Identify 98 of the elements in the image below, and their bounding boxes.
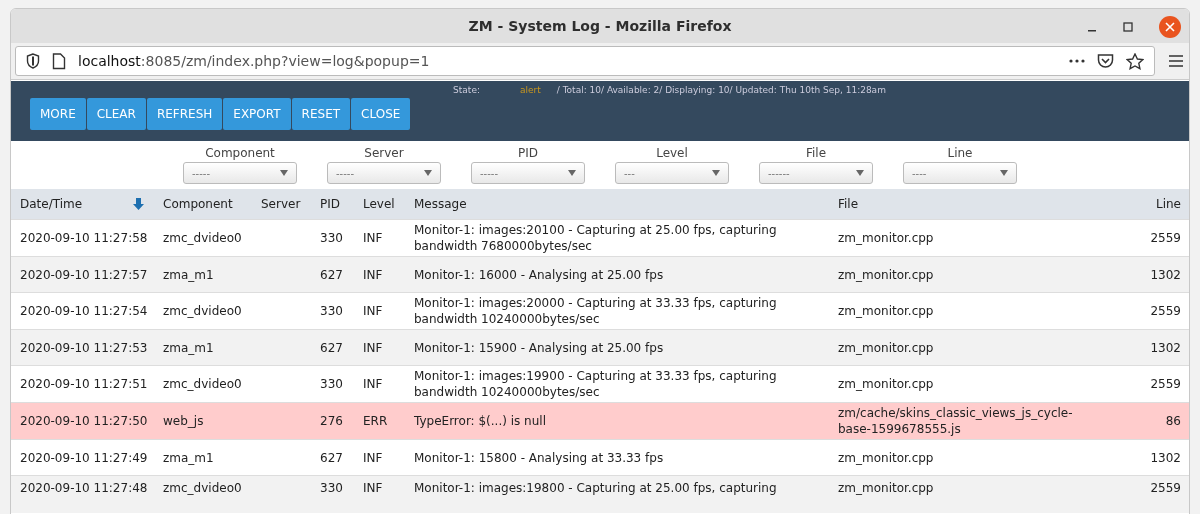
caret-icon: [712, 170, 720, 176]
pid-cell: 330: [320, 377, 343, 391]
filter-dropdown[interactable]: -----: [327, 162, 441, 184]
file-cell: zm_monitor.cpp: [838, 231, 934, 245]
caret-icon: [568, 170, 576, 176]
file-cell: zm_monitor.cpp: [838, 481, 934, 495]
filter-label: File: [805, 146, 827, 160]
component-cell: zmc_dvideo0: [163, 231, 242, 245]
column-header[interactable]: File: [838, 197, 859, 211]
component-cell: zmc_dvideo0: [163, 304, 242, 318]
date-cell: 2020-09-10 11:27:49: [20, 450, 148, 465]
message-cell: Monitor-1: images:19800 - Capturing at 25.00 fps, capturing: [414, 481, 777, 495]
address-bar[interactable]: localhost:8085/zm/index.php?view=log&popup=1: [15, 46, 1155, 76]
filter-label: Level: [656, 146, 688, 160]
filter-label: PID: [518, 146, 538, 160]
message-cell: Monitor-1: images:19900 - Capturing at 33.33 fps, capturing bandwidth 10240000bytes/sec: [414, 369, 777, 399]
file-cell: zm_monitor.cpp: [838, 340, 934, 355]
filter-dropdown[interactable]: ----: [903, 162, 1017, 184]
message-cell: TypeError: $(...) is null: [414, 414, 546, 428]
filter-label: Line: [947, 146, 973, 160]
component-cell: zma_m1: [163, 450, 214, 465]
line-cell: 1302: [1150, 340, 1181, 355]
date-cell: 2020-09-10 11:27:57: [20, 267, 148, 282]
filter-dropdown[interactable]: ---: [615, 162, 729, 184]
page-icon: [52, 52, 66, 70]
line-cell: 2559: [1150, 481, 1181, 495]
star-icon[interactable]: [1126, 52, 1144, 70]
level-cell: ERR: [363, 414, 388, 428]
maximize-icon[interactable]: [1123, 22, 1133, 32]
shield-icon: [26, 53, 40, 69]
file-cell: zm_monitor.cpp: [838, 450, 934, 465]
caret-icon: [280, 170, 288, 176]
date-cell: 2020-09-10 11:27:51: [20, 377, 148, 391]
level-cell: INF: [363, 450, 383, 465]
level-cell: INF: [363, 231, 383, 245]
file-cell: zm_monitor.cpp: [838, 377, 934, 391]
level-cell: INF: [363, 267, 383, 282]
filter-label: Server: [364, 146, 404, 160]
message-cell: Monitor-1: 15800 - Analysing at 33.33 fps: [414, 450, 664, 465]
log-summary: / Total: 10/ Available: 2/ Displaying: 10/ Updated: Thu 10th Sep, 11:28am: [556, 85, 886, 95]
date-cell: 2020-09-10 11:27:58: [20, 231, 148, 245]
file-cell: zm_monitor.cpp: [838, 267, 934, 282]
component-cell: zmc_dvideo0: [163, 377, 242, 391]
component-cell: web_js: [163, 414, 204, 428]
state-value: alert: [519, 85, 541, 95]
file-cell: zm_monitor.cpp: [838, 304, 934, 318]
level-cell: INF: [363, 481, 383, 495]
filter-dropdown[interactable]: -----: [183, 162, 297, 184]
date-cell: 2020-09-10 11:27:54: [20, 304, 148, 318]
log-row[interactable]: 2020-09-10 11:27:51 zmc_dvideo0 330 INF Monitor-1: images:19900 - Capturing at 33.33 fps, capturing bandwidth 10240000bytes/sec zm_monitor.cpp 2559: [11, 365, 1189, 403]
pid-cell: 276: [320, 414, 343, 428]
close-icon[interactable]: [1159, 16, 1181, 38]
pid-cell: 330: [320, 304, 343, 318]
date-cell: 2020-09-10 11:27:53: [20, 340, 148, 355]
pid-cell: 330: [320, 481, 343, 495]
log-row[interactable]: 2020-09-10 11:27:58 zmc_dvideo0 330 INF Monitor-1: images:20100 - Capturing at 25.00 fps, capturing bandwidth 7680000bytes/sec zm_monitor.cpp 2559: [11, 219, 1189, 257]
pid-cell: 627: [320, 267, 343, 282]
line-cell: 2559: [1150, 231, 1181, 245]
component-cell: zmc_dvideo0: [163, 481, 242, 495]
filter-label: Component: [205, 146, 275, 160]
line-cell: 86: [1165, 414, 1181, 428]
pocket-icon[interactable]: [1097, 53, 1114, 69]
line-cell: 2559: [1150, 377, 1181, 391]
menu-icon[interactable]: [1169, 55, 1183, 67]
column-header[interactable]: Message: [414, 197, 467, 211]
component-cell: zma_m1: [163, 267, 214, 282]
column-header[interactable]: Date/Time: [20, 197, 83, 211]
log-row[interactable]: 2020-09-10 11:27:48 zmc_dvideo0 330 INF Monitor-1: images:19800 - Capturing at 25.00 fps, capturing zm_monitor.cpp 2559: [11, 475, 1189, 513]
window-title: ZM - System Log - Mozilla Firefox: [468, 18, 732, 34]
filter-dropdown[interactable]: -----: [471, 162, 585, 184]
caret-icon: [424, 170, 432, 176]
date-cell: 2020-09-10 11:27:48: [20, 481, 148, 495]
message-cell: Monitor-1: 16000 - Analysing at 25.00 fps: [414, 267, 664, 282]
more-icon[interactable]: [1069, 59, 1085, 63]
log-row[interactable]: 2020-09-10 11:27:49 zma_m1 627 INF Monitor-1: 15800 - Analysing at 33.33 fps zm_monitor.cpp 1302: [11, 439, 1189, 476]
pid-cell: 627: [320, 450, 343, 465]
pid-cell: 627: [320, 340, 343, 355]
message-cell: Monitor-1: images:20100 - Capturing at 25.00 fps, capturing bandwidth 7680000bytes/sec: [414, 223, 777, 253]
level-cell: INF: [363, 377, 383, 391]
line-cell: 1302: [1150, 450, 1181, 465]
component-cell: zma_m1: [163, 340, 214, 355]
state-label: State:: [453, 85, 480, 95]
pid-cell: 330: [320, 231, 343, 245]
caret-icon: [856, 170, 864, 176]
line-cell: 2559: [1150, 304, 1181, 318]
message-cell: Monitor-1: images:20000 - Capturing at 33.33 fps, capturing bandwidth 10240000bytes/sec: [414, 296, 777, 326]
caret-icon: [1000, 170, 1008, 176]
column-header[interactable]: Line: [1156, 197, 1181, 211]
level-cell: INF: [363, 340, 383, 355]
sort-down-icon[interactable]: [133, 198, 144, 210]
log-row[interactable]: 2020-09-10 11:27:54 zmc_dvideo0 330 INF Monitor-1: images:20000 - Capturing at 33.33 fps, capturing bandwidth 10240000bytes/sec zm_monitor.cpp 2559: [11, 292, 1189, 330]
filter-dropdown[interactable]: ------: [759, 162, 873, 184]
file-cell: zm/cache/skins_classic_views_js_cycle-base-1599678555.js: [838, 406, 1073, 436]
date-cell: 2020-09-10 11:27:50: [20, 414, 148, 428]
url-text: localhost:8085/zm/index.php?view=log&popup=1: [78, 53, 430, 69]
message-cell: Monitor-1: 15900 - Analysing at 25.00 fps: [414, 340, 664, 355]
line-cell: 1302: [1150, 267, 1181, 282]
level-cell: INF: [363, 304, 383, 318]
